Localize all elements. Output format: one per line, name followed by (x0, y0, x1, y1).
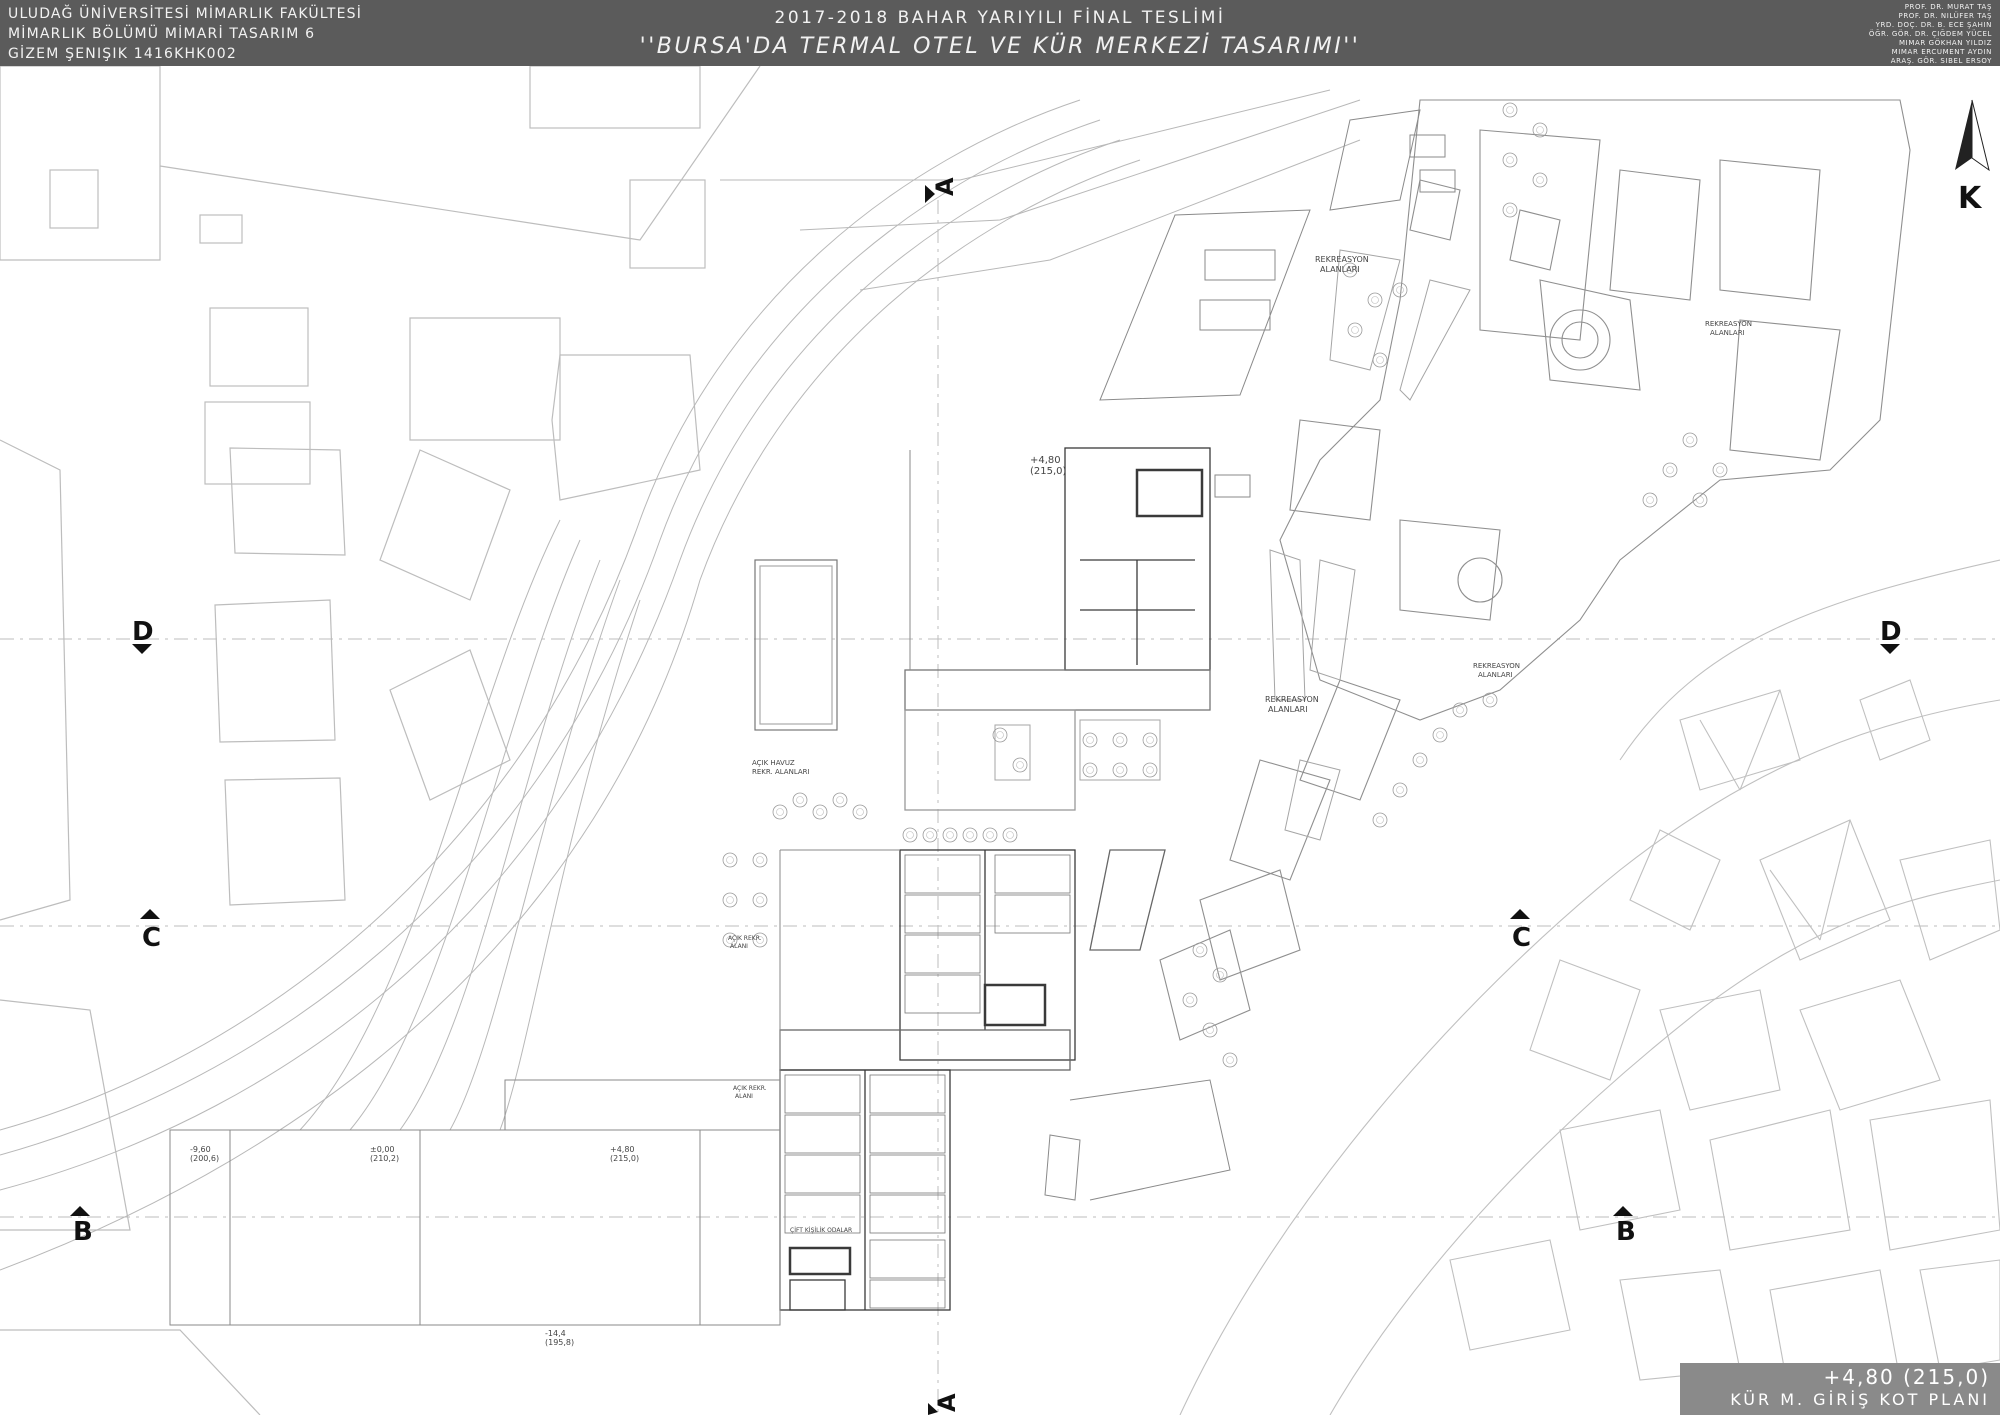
section-label-d-left: D (132, 617, 154, 647)
section-lines (0, 200, 2000, 1415)
site-plan: A A B B C C D D K REKREASYON ALANLARI RE… (0, 66, 2000, 1415)
parking-area (1099, 109, 1456, 498)
context-buildings-west (0, 66, 761, 1415)
outdoor-pool (754, 559, 838, 731)
section-label-b-left: B (73, 1217, 93, 1247)
recreation-label: ALANLARI (1320, 265, 1360, 274)
rooms-label: ÇİFT KİŞİLİK ODALAR (790, 1227, 852, 1234)
level-label: -9,60 (190, 1145, 211, 1154)
section-label-a-top: A (931, 177, 959, 196)
instructor-line: Araş. Gör. Sibel Ersoy (1890, 57, 1992, 65)
recreation-label: REKREASYON (1473, 662, 1520, 670)
project-title: ''BURSA'DA TERMAL OTEL VE KÜR MERKEZİ TA… (639, 34, 1361, 59)
planter-beds (994, 249, 1471, 841)
road-and-contours (0, 89, 1361, 1271)
level-label: (215,0) (610, 1154, 639, 1163)
recreation-label: ALANLARI (1478, 671, 1513, 679)
level-label: +4,80 (1030, 455, 1061, 466)
title-bar: ULUDAĞ ÜNİVERSİTESİ MİMARLIK FAKÜLTESİ M… (0, 0, 2000, 66)
open-recreation-label: ALANI (730, 943, 748, 950)
instructor-line: Mimar Gökhan Yıldız (1899, 39, 1992, 47)
recreation-label: ALANLARI (1268, 705, 1308, 714)
term-title: 2017-2018 BAHAR YARIYILI FİNAL TESLİMİ (774, 8, 1226, 28)
pool-label: AÇIK HAVUZ (752, 759, 795, 767)
section-label-d-right: D (1880, 617, 1902, 647)
level-label: (195,8) (545, 1338, 574, 1347)
section-label-c-right: C (1512, 923, 1531, 953)
recreation-label: REKREASYON (1265, 695, 1319, 704)
level-label: -14,4 (545, 1329, 566, 1338)
drawing-title-stamp: +4,80 (215,0) KÜR M. GİRİŞ KOT PLANI (1680, 1363, 2000, 1415)
hotel-building (779, 447, 1211, 1311)
instructor-line: Prof. Dr. Nilüfer Taş (1898, 12, 1992, 20)
north-arrow (1955, 99, 1990, 172)
context-buildings-east (1179, 559, 2000, 1415)
instructor-line: Öğr. Gör. Dr. Çiğdem Yücel (1868, 30, 1992, 38)
level-label: (200,6) (190, 1154, 219, 1163)
instructor-line: Yrd. Doç. Dr. B. Ece Şahin (1875, 21, 1992, 29)
open-recreation-label: AÇIK REKR. (728, 935, 762, 942)
section-label-a-bottom: A (933, 1393, 961, 1412)
recreation-label: ALANLARI (1710, 329, 1745, 337)
level-label: (215,0) (1030, 466, 1067, 477)
tree-groups (722, 102, 1728, 1068)
recreation-label: REKREASYON (1705, 320, 1752, 328)
instructor-line: Mimar Ercument Aydın (1891, 48, 1992, 56)
thermal-complex (1159, 99, 1911, 1041)
level-label: ±0,00 (370, 1145, 395, 1154)
open-recreation-label: ALANI (735, 1093, 753, 1100)
instructor-line: Prof. Dr. Murat Taş (1904, 3, 1992, 11)
recreation-label: REKREASYON (1315, 255, 1369, 264)
north-label: K (1958, 181, 1983, 216)
open-recreation-label: AÇIK REKR. (733, 1085, 767, 1092)
section-label-c-left: C (142, 923, 161, 953)
level-label: +4,80 (610, 1145, 635, 1154)
section-label-b-right: B (1616, 1217, 1636, 1247)
level-label: (210,2) (370, 1154, 399, 1163)
stamp-title: KÜR M. GİRİŞ KOT PLANI (1730, 1390, 1990, 1409)
stamp-level: +4,80 (215,0) (1823, 1365, 1990, 1389)
pool-label: REKR. ALANLARI (752, 768, 810, 776)
